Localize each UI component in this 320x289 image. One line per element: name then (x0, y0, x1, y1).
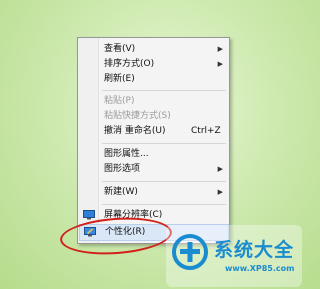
watermark-url: www.XP85.com (225, 264, 295, 273)
menu-item-label: 撤消 重命名(U) (104, 126, 166, 136)
menu-item-new[interactable]: 新建(W) ▶ (79, 185, 229, 200)
menu-separator (102, 204, 226, 205)
submenu-arrow-icon: ▶ (217, 45, 223, 53)
menu-separator (102, 90, 226, 91)
submenu-arrow-icon: ▶ (217, 60, 223, 68)
menu-item-label: 粘贴(P) (104, 96, 135, 106)
menu-separator (102, 143, 226, 144)
menu-item-label: 图形属性... (104, 149, 149, 159)
menu-item-graphics-properties[interactable]: 图形属性... (79, 147, 229, 162)
menu-item-view[interactable]: 查看(V) ▶ (79, 42, 229, 57)
submenu-arrow-icon: ▶ (217, 165, 223, 173)
menu-item-shortcut: Ctrl+Z (191, 126, 221, 136)
menu-item-label: 粘贴快捷方式(S) (104, 111, 171, 121)
menu-item-label: 图形选项 (104, 164, 141, 174)
menu-item-label: 查看(V) (104, 44, 136, 54)
menu-item-paste[interactable]: 粘贴(P) (79, 94, 229, 109)
menu-item-label: 排序方式(O) (104, 59, 155, 69)
menu-item-graphics-options[interactable]: 图形选项 ▶ (79, 162, 229, 177)
submenu-arrow-icon: ▶ (217, 188, 223, 196)
menu-item-sort-by[interactable]: 排序方式(O) ▶ (79, 57, 229, 72)
menu-item-undo-rename[interactable]: 撤消 重命名(U) Ctrl+Z (79, 124, 229, 139)
menu-separator (102, 181, 226, 182)
screen-resolution-icon (83, 210, 95, 220)
xp85-logo (172, 234, 208, 270)
menu-item-label: 新建(W) (104, 187, 138, 197)
context-menu: 查看(V) ▶ 排序方式(O) ▶ 刷新(E) 粘贴(P) 粘贴快捷方式(S) … (77, 37, 230, 244)
menu-item-label: 刷新(E) (104, 74, 135, 84)
menu-item-paste-shortcut[interactable]: 粘贴快捷方式(S) (79, 109, 229, 124)
watermark-title: 系统大全 (214, 239, 295, 261)
site-watermark: 系统大全 www.XP85.com (166, 225, 302, 287)
menu-item-refresh[interactable]: 刷新(E) (79, 72, 229, 87)
